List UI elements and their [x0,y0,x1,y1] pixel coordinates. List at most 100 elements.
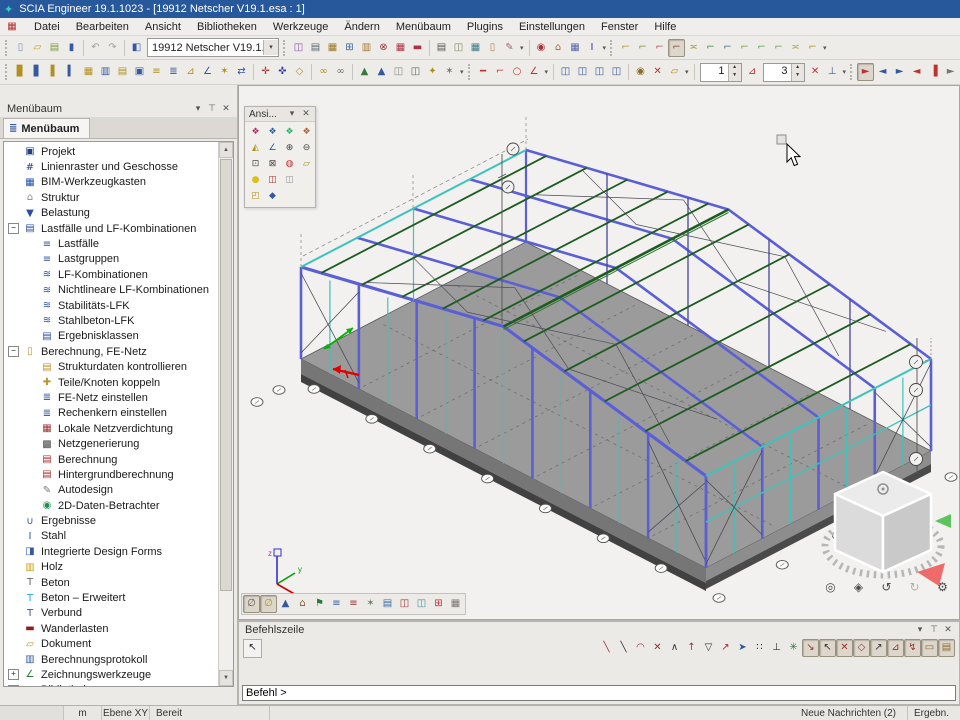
tree-item-lastf-lle[interactable]: ≡Lastfälle [4,236,218,251]
eye-icon[interactable]: ◉ [632,63,649,81]
activity-5-icon[interactable]: ▐ [925,63,942,81]
render-box-icon[interactable]: ◆ [264,188,281,204]
menu-hilfe[interactable]: Hilfe [646,19,684,35]
filter-nodes-icon[interactable]: ▋ [29,63,46,81]
draw-corner-icon[interactable]: ⌐ [492,63,509,81]
tree-item-lastgruppen[interactable]: ≡Lastgruppen [4,252,218,267]
iso-cube-icon[interactable]: ◈ [849,578,868,597]
snap-table-on-icon[interactable]: ▭ [921,639,938,657]
overflow-chevron-icon[interactable]: ▾ [823,44,827,52]
snap-ortho-icon[interactable]: ⊥ [768,639,785,657]
filter-loads-icon[interactable]: ▦ [80,63,97,81]
cursor-mode-button[interactable]: ↖ [243,639,262,658]
catalog-icon[interactable]: ▥ [358,39,375,57]
clipboard-2-icon[interactable]: ◫ [574,63,591,81]
new-icon[interactable]: ▯ [12,39,29,57]
pin-icon[interactable]: ⊤ [205,104,219,114]
tree-item-autodesign[interactable]: ✎Autodesign [4,483,218,498]
show-loads-icon[interactable]: ⌂ [294,595,311,613]
collapse-icon[interactable]: − [8,346,19,357]
results-data-icon[interactable]: ◫ [413,595,430,613]
command-input[interactable] [242,685,956,701]
add-poly-icon[interactable]: ◇ [291,63,308,81]
filter-grid-icon[interactable]: ≣ [165,63,182,81]
shade-icon[interactable]: ▦ [447,595,464,613]
open-icon[interactable]: ▱ [29,39,46,57]
toolbar-grip[interactable] [283,40,288,56]
snap-tan-on-icon[interactable]: ↗ [870,639,887,657]
tree-item-bim-werkzeugkasten[interactable]: ▦BIM-Werkzeugkasten [4,175,218,190]
close-icon[interactable]: ✕ [299,109,313,119]
tree-item-ergebnisklassen[interactable]: ▤Ergebnisklassen [4,329,218,344]
snap-off-icon[interactable]: ✕ [649,639,666,657]
deform-scale-icon[interactable]: ✕ [807,63,824,81]
zoom-all-icon[interactable]: ⊠ [264,156,281,172]
materials-icon[interactable]: ▦ [324,39,341,57]
filter-swap-icon[interactable]: ⇄ [233,63,250,81]
add-beam-icon[interactable]: ✜ [274,63,291,81]
snap-perp-on-icon[interactable]: ⊿ [887,639,904,657]
expand-icon[interactable]: + [8,669,19,680]
chevron-down-icon[interactable]: ▾ [285,109,299,119]
project-window-combo[interactable]: 19912 Netscher V19.1.es ▾ [147,38,279,57]
ucs-icon[interactable]: ∠ [264,140,281,156]
camera-save-icon[interactable]: ◫ [264,172,281,188]
tab-menubaum[interactable]: ≣ Menübaum [3,118,90,138]
overflow-chevron-icon[interactable]: ▾ [545,68,549,76]
draw-line-icon[interactable]: ━ [475,63,492,81]
snap-endpoint-icon[interactable]: ╲ [598,639,615,657]
stepper-up-icon[interactable]: ▲ [729,64,741,73]
cross-sections-icon[interactable]: ⊞ [341,39,358,57]
menu-einstellungen[interactable]: Einstellungen [511,19,593,35]
tree-item-fe-netz-einstellen[interactable]: ≣FE-Netz einstellen [4,390,218,405]
label-members-icon[interactable]: ≡ [345,595,362,613]
calculator-icon[interactable]: ▦ [467,39,484,57]
tree-item-lokale-netzverdichtung[interactable]: ▦Lokale Netzverdichtung [4,421,218,436]
tree-item-berechnungsprotokoll[interactable]: ▥Berechnungsprotokoll [4,652,218,667]
tree-item-belastung[interactable]: ▼Belastung [4,206,218,221]
close-icon[interactable]: ✕ [941,625,955,635]
tree-item-zeichnungswerkzeuge[interactable]: +∠Zeichnungswerkzeuge [4,667,218,682]
beam-lib-icon[interactable]: ▦ [392,39,409,57]
stepper-down-icon[interactable]: ▼ [792,72,804,81]
view-flag-10-icon[interactable]: ⌐ [770,39,787,57]
toolbar-grip[interactable] [610,40,615,56]
document-icon[interactable]: ▯ [484,39,501,57]
scale-stepper-2[interactable]: 3 ▲▼ [763,63,805,82]
light-icon[interactable]: ● [247,172,264,188]
show-flags-icon[interactable]: ⚑ [311,595,328,613]
tree-item-stabilit-ts-lfk[interactable]: ≋Stabilitäts-LFK [4,298,218,313]
snap-up-icon[interactable]: ↑ [683,639,700,657]
clipboard-4-icon[interactable]: ◫ [608,63,625,81]
project-grid-icon[interactable]: ▦ [4,21,20,32]
info-icon[interactable]: I [584,39,601,57]
filter-angle-icon[interactable]: ∠ [199,63,216,81]
filter-model-icon[interactable]: ≡ [148,63,165,81]
move-up-icon[interactable]: ▲ [356,63,373,81]
workspace-icon[interactable]: ◧ [128,39,145,57]
clip-box-icon[interactable]: ▱ [298,156,315,172]
view-settings-gear-icon[interactable]: ⚙ [933,578,952,597]
camera-load-icon[interactable]: ◫ [281,172,298,188]
orbit-alt-icon[interactable]: ↻ [905,578,924,597]
tree-item-nichtlineare-lf-kombinationen[interactable]: ≋Nichtlineare LF-Kombinationen [4,283,218,298]
tree-item-verbund[interactable]: TVerbund [4,606,218,621]
activity-3-icon[interactable]: ► [891,63,908,81]
scroll-down-icon[interactable]: ▼ [219,670,233,686]
snap-end-on-icon[interactable]: ↘ [802,639,819,657]
tree-item-bibliotheken[interactable]: +▤Bibliotheken [4,683,218,686]
view-axo-icon[interactable]: ❖ [298,124,315,140]
view-y-icon[interactable]: ❖ [264,124,281,140]
fast-adjust-icon[interactable]: ∅ [243,595,260,613]
clip-planes-icon[interactable]: ◰ [247,188,264,204]
menu-ndern[interactable]: Ändern [336,19,387,35]
menu-bibliotheken[interactable]: Bibliotheken [189,19,265,35]
menu-menbaum[interactable]: Menübaum [388,19,459,35]
snap-node-on-icon[interactable]: ↖ [819,639,836,657]
copy-geo-icon[interactable]: ◫ [407,63,424,81]
menu-datei[interactable]: Datei [26,19,68,35]
snap-grid-icon[interactable]: ∷ [751,639,768,657]
menu-plugins[interactable]: Plugins [459,19,511,35]
tree-item-linienraster-und-geschosse[interactable]: #Linienraster und Geschosse [4,159,218,174]
tree-item-berechnung--fe-netz[interactable]: −▯Berechnung, FE-Netz [4,344,218,359]
